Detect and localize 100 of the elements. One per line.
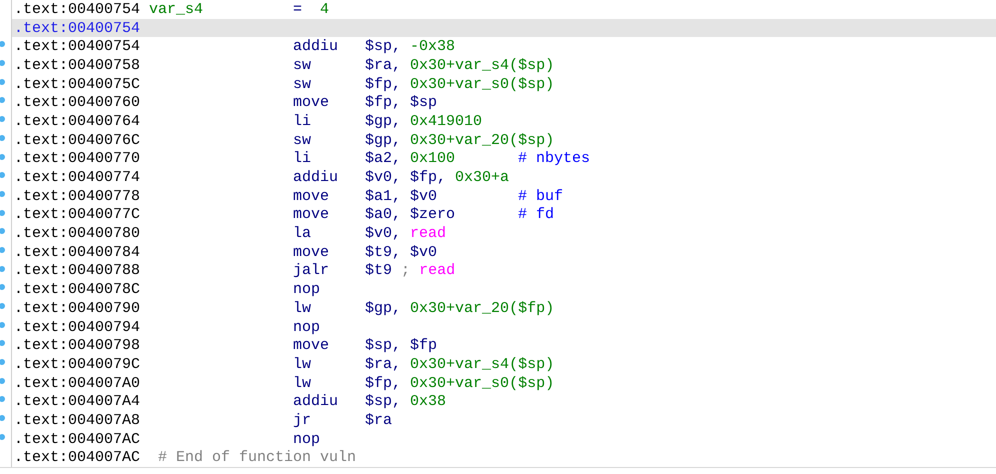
instruction-mnemonic: la <box>293 225 312 242</box>
operand-text: $gp, 0x419010 <box>365 112 484 130</box>
marker-dot-icon <box>0 378 5 384</box>
operand-text: $fp, 0x30+var_s0($sp) <box>365 374 554 392</box>
comment-text: # buf <box>518 188 564 205</box>
code-row[interactable]: .text:00400780 la $v0, read <box>12 224 996 243</box>
code-row[interactable]: .text:00400794 nop <box>12 318 996 336</box>
address-label: .text:0040079C <box>14 356 142 373</box>
operand-text: $sp, $fp <box>365 337 438 354</box>
address-label: .text:00400778 <box>14 188 142 205</box>
instruction-mnemonic: lw <box>293 374 312 392</box>
marker-dot-icon <box>0 303 5 309</box>
address-label: .text:004007AC <box>14 430 142 448</box>
operand-text: $fp, 0x30+var_s0($sp) <box>365 76 554 93</box>
code-row[interactable]: .text:0040077C move $a0, $zero # fd <box>12 206 996 224</box>
address-label: .text:0040076C <box>14 132 142 149</box>
address-label: .text:004007A0 <box>14 374 142 392</box>
code-row[interactable]: .text:00400790 lw $gp, 0x30+var_20($fp) <box>12 299 996 318</box>
instruction-mnemonic: move <box>293 94 330 112</box>
code-row[interactable]: .text:00400798 move $sp, $fp <box>12 336 996 356</box>
operand-text: $t9 ; read <box>365 262 456 280</box>
code-row[interactable]: .text:0040076C sw $gp, 0x30+var_20($sp) <box>12 130 996 150</box>
marker-dot-icon <box>0 434 5 440</box>
marker-dot-icon <box>0 190 5 197</box>
instruction-mnemonic: li <box>293 150 312 168</box>
code-row[interactable]: .text:00400788 jalr $t9 ; read <box>12 262 996 280</box>
code-row[interactable]: .text:0040078C nop <box>12 280 996 299</box>
address-label: .text:00400754 <box>14 20 140 37</box>
comment-text: # End of function vuln <box>158 449 356 466</box>
instruction-mnemonic: move <box>293 188 330 205</box>
address-label: .text:0040075C <box>14 76 142 93</box>
address-label: .text:00400784 <box>14 244 142 261</box>
code-row[interactable]: .text:00400760 move $fp, $sp <box>12 93 996 112</box>
operand-text: $sp, 0x38 <box>365 393 448 410</box>
address-label: .text:00400774 <box>14 169 142 186</box>
instruction-mnemonic: sw <box>293 132 312 149</box>
address-label: .text:00400754 <box>14 38 142 56</box>
operand-text: $a0, $zero <box>365 206 456 224</box>
code-row[interactable]: .text:00400770 li $a2, 0x100 # nbytes <box>12 150 996 168</box>
marker-dot-icon <box>0 210 5 216</box>
address-label: .text:00400758 <box>14 56 142 74</box>
address-label: .text:00400764 <box>14 112 142 130</box>
address-label: .text:0040078C <box>14 281 142 298</box>
code-row[interactable]: .text:0040075C sw $fp, 0x30+var_s0($sp) <box>12 74 996 94</box>
marker-dot-icon <box>0 415 5 422</box>
instruction-mnemonic: addiu <box>293 169 340 186</box>
operand-text: $a1, $v0 <box>365 188 438 205</box>
address-label: .text:00400754 <box>14 0 142 18</box>
code-row[interactable]: .text:004007A0 lw $fp, 0x30+var_s0($sp) <box>12 374 996 392</box>
marker-dot-icon <box>0 60 5 66</box>
address-label: .text:004007A8 <box>14 412 142 429</box>
operand-text: $gp, 0x30+var_20($fp) <box>365 300 554 317</box>
instruction-mnemonic: sw <box>293 56 312 74</box>
instruction-mnemonic: move <box>293 337 330 354</box>
marker-dot-icon <box>0 246 5 253</box>
instruction-mnemonic: nop <box>293 318 322 336</box>
marker-dot-icon <box>0 340 5 346</box>
marker-dot-icon <box>0 172 5 178</box>
instruction-mnemonic: sw <box>293 76 312 93</box>
address-label: .text:00400780 <box>14 225 142 242</box>
operand-text: $v0, read <box>365 225 448 242</box>
marker-dot-icon <box>0 97 5 104</box>
code-row[interactable]: .text:00400764 li $gp, 0x419010 <box>12 112 996 131</box>
instruction-mnemonic: nop <box>293 281 322 298</box>
marker-dot-icon <box>0 41 5 48</box>
operand-text: $gp, 0x30+var_20($sp) <box>365 132 554 149</box>
code-row[interactable]: .text:004007AC # End of function vuln <box>12 448 996 468</box>
instruction-mnemonic: lw <box>293 300 312 317</box>
operand-text: $t9, $v0 <box>365 244 438 261</box>
address-label: .text:004007A4 <box>14 393 142 410</box>
code-row[interactable]: .text:004007AC nop <box>12 430 996 448</box>
instruction-mnemonic: li <box>293 112 312 130</box>
marker-dot-icon <box>0 78 5 85</box>
instruction-mnemonic: move <box>293 206 330 224</box>
operand-text: $a2, 0x100 <box>365 150 456 168</box>
selected-row[interactable]: .text:00400754 <box>12 18 996 38</box>
code-row[interactable]: .text:00400758 sw $ra, 0x30+var_s4($sp) <box>12 56 996 75</box>
operand-text: $fp, $sp <box>365 94 438 112</box>
address-label: .text:0040077C <box>14 206 142 224</box>
address-label: .text:00400770 <box>14 150 142 168</box>
instruction-mnemonic: jalr <box>293 262 330 280</box>
comment-text: # fd <box>518 206 554 224</box>
code-row[interactable]: .text:0040079C lw $ra, 0x30+var_s4($sp) <box>12 355 996 374</box>
address-label: .text:00400760 <box>14 94 142 112</box>
address-label: .text:00400788 <box>14 262 142 280</box>
code-row[interactable]: .text:00400774 addiu $v0, $fp, 0x30+a <box>12 168 996 187</box>
variable-value: 4 <box>320 0 330 18</box>
marker-dot-icon <box>0 154 5 160</box>
instruction-mnemonic: jr <box>293 412 312 429</box>
instruction-mnemonic: nop <box>293 430 322 448</box>
operand-text: $sp, -0x38 <box>365 38 456 56</box>
code-row[interactable]: .text:004007A8 jr $ra <box>12 411 996 430</box>
code-row[interactable]: .text:004007A4 addiu $sp, 0x38 <box>12 392 996 412</box>
code-row[interactable]: .text:00400784 move $t9, $v0 <box>12 242 996 262</box>
instruction-mnemonic: move <box>293 244 330 261</box>
code-row[interactable]: .text:00400778 move $a1, $v0 # buf <box>12 186 996 206</box>
code-row[interactable]: .text:00400754 addiu $sp, -0x38 <box>12 37 996 56</box>
code-row[interactable]: .text:00400754 var_s4 = 4 <box>12 0 996 19</box>
address-label: .text:004007AC <box>14 449 142 466</box>
operand-text: $ra, 0x30+var_s4($sp) <box>365 356 554 373</box>
